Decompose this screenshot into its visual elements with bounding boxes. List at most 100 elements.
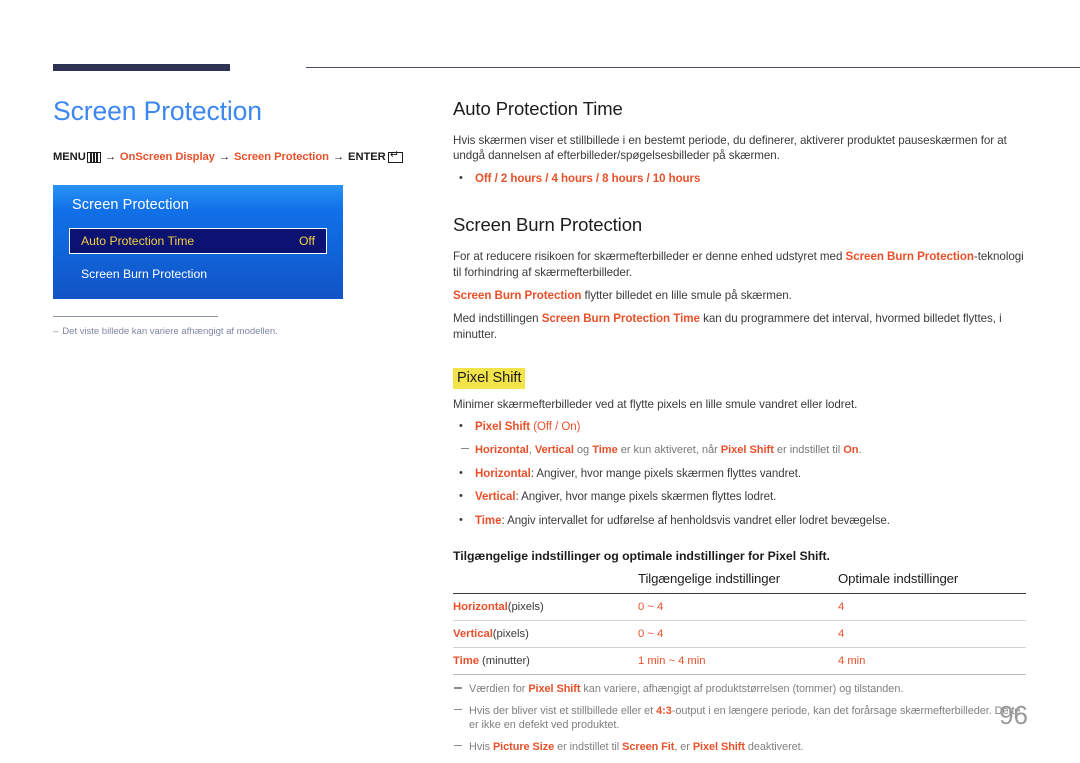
osd-row-screen-burn-protection[interactable]: Screen Burn Protection bbox=[69, 261, 327, 287]
f3-d: deaktiveret. bbox=[744, 740, 804, 753]
table-header-available: Tilgængelige indstillinger bbox=[638, 569, 838, 595]
pixel-shift-bullet-list: Pixel Shift (Off / On) bbox=[453, 419, 1026, 435]
table-caption: Tilgængelige indstillinger og optimale i… bbox=[453, 549, 830, 564]
table-row: Horizontal(pixels) 0 ~ 4 4 bbox=[453, 593, 1026, 622]
table-row: Time (minutter) 1 min ~ 4 min 4 min bbox=[453, 647, 1026, 676]
screen-burn-paragraph-3: Med indstillingen Screen Burn Protection… bbox=[453, 311, 1026, 342]
param-term-vertical: Vertical bbox=[475, 491, 516, 504]
section-heading-screen-burn-protection: Screen Burn Protection bbox=[453, 214, 643, 236]
osd-row-auto-protection-time[interactable]: Auto Protection Time Off bbox=[69, 228, 327, 255]
table-header-blank bbox=[453, 569, 638, 595]
table-row: Vertical(pixels) 0 ~ 4 4 bbox=[453, 620, 1026, 649]
row-available-vertical: 0 ~ 4 bbox=[638, 628, 664, 641]
osd-menu-mock: Screen Protection Auto Protection Time O… bbox=[53, 185, 343, 300]
page-number: 96 bbox=[999, 700, 1028, 730]
subnote-term-time: Time bbox=[592, 444, 618, 457]
f3-term-screen-fit: Screen Fit bbox=[622, 740, 675, 753]
sbp-p2-b: flytter billedet en lille smule på skærm… bbox=[581, 289, 792, 303]
list-item: Off / 2 hours / 4 hours / 8 hours / 10 h… bbox=[453, 171, 1026, 187]
table-header-optimal: Optimale indstillinger bbox=[838, 569, 1026, 595]
row-optimal-horizontal: 4 bbox=[838, 601, 845, 614]
f3-a: Hvis bbox=[469, 740, 493, 753]
list-item: Horizontal: Angiver, hvor mange pixels s… bbox=[453, 466, 1026, 482]
table-cell-optimal: 4 bbox=[838, 620, 1026, 649]
header-rule-thick bbox=[53, 64, 230, 71]
pixel-shift-intro: Minimer skærmefterbilleder ved at flytte… bbox=[453, 398, 858, 412]
table-cell-term: Time (minutter) bbox=[453, 647, 638, 676]
param-term-time: Time bbox=[475, 514, 502, 527]
page-title: Screen Protection bbox=[53, 96, 262, 126]
subnote-mid-1: er kun aktiveret, når bbox=[617, 444, 721, 457]
osd-row-value: Off bbox=[298, 234, 315, 249]
subnote-term-horizontal: Horizontal bbox=[475, 444, 529, 457]
subnote-term-on: On bbox=[843, 444, 859, 457]
osd-menu-title: Screen Protection bbox=[72, 197, 189, 214]
row-term-time: Time bbox=[453, 655, 479, 668]
f1-b: kan variere, afhængigt af produktstørrel… bbox=[580, 683, 904, 696]
row-unit-time: (minutter) bbox=[478, 655, 530, 668]
f1-term-pixel-shift: Pixel Shift bbox=[528, 683, 581, 696]
table-cell-available: 0 ~ 4 bbox=[638, 593, 838, 622]
row-unit-vertical: (pixels) bbox=[492, 628, 529, 641]
row-unit-horizontal: (pixels) bbox=[507, 601, 544, 614]
param-desc-time: : Angiv intervallet for udførelse af hen… bbox=[501, 514, 890, 527]
subnote-term-pixel-shift: Pixel Shift bbox=[720, 444, 774, 457]
pixel-shift-highlight: Pixel Shift bbox=[453, 368, 526, 390]
list-item: Time: Angiv intervallet for udførelse af… bbox=[453, 513, 1026, 529]
table-cell-available: 0 ~ 4 bbox=[638, 620, 838, 649]
enter-return-icon bbox=[387, 150, 403, 163]
section-heading-auto-protection-time: Auto Protection Time bbox=[453, 98, 623, 119]
breadcrumb-arrow-3: → bbox=[332, 151, 345, 164]
breadcrumb-arrow-1: → bbox=[104, 151, 116, 164]
table-cell-term: Horizontal(pixels) bbox=[453, 593, 638, 622]
f3-b: er indstillet til bbox=[554, 740, 623, 753]
subnote-end: . bbox=[858, 444, 862, 457]
footnote-1: Værdien for Pixel Shift kan variere, afh… bbox=[453, 682, 1026, 696]
row-optimal-vertical: 4 bbox=[838, 628, 845, 641]
subnote-mid-2: er indstillet til bbox=[773, 444, 844, 457]
screen-burn-paragraph-1: For at reducere risikoen for skærmefterb… bbox=[453, 249, 1026, 280]
auto-protection-time-options-list: Off / 2 hours / 4 hours / 8 hours / 10 h… bbox=[453, 171, 1026, 187]
list-item: Vertical: Angiver, hvor mange pixels skæ… bbox=[453, 489, 1026, 505]
table-cell-term: Vertical(pixels) bbox=[453, 620, 638, 649]
list-item: Pixel Shift (Off / On) bbox=[453, 419, 1026, 435]
breadcrumb-item-screen-protection[interactable]: Screen Protection bbox=[234, 151, 329, 163]
breadcrumb-item-onscreen-display[interactable]: OnScreen Display bbox=[120, 151, 215, 163]
footnote-2: Hvis der bliver vist et stillbillede ell… bbox=[453, 704, 1026, 733]
sbp-p1-a: For at reducere risikoen for skærmefterb… bbox=[453, 250, 846, 264]
param-desc-vertical: : Angiver, hvor mange pixels skærmen fly… bbox=[515, 491, 777, 504]
row-term-vertical: Vertical bbox=[453, 628, 493, 641]
note-divider bbox=[53, 316, 218, 318]
pixel-shift-bullet-term: Pixel Shift bbox=[475, 420, 531, 433]
param-desc-horizontal: : Angiver, hvor mange pixels skærmen fly… bbox=[530, 468, 802, 481]
f2-a: Hvis der bliver vist et stillbillede ell… bbox=[469, 704, 657, 717]
sbp-p2-term: Screen Burn Protection bbox=[453, 289, 582, 303]
manual-page: Screen Protection MENU → OnScreen Displa… bbox=[0, 0, 1080, 763]
breadcrumb-enter-label: ENTER bbox=[348, 151, 386, 164]
subnote-sep-2: og bbox=[573, 444, 593, 457]
header-rules bbox=[53, 64, 1080, 74]
table-header-row: Tilgængelige indstillinger Optimale inds… bbox=[453, 569, 1026, 595]
f3-term-picture-size: Picture Size bbox=[492, 740, 555, 753]
row-optimal-time: 4 min bbox=[838, 655, 866, 668]
row-available-time: 1 min ~ 4 min bbox=[638, 655, 706, 668]
auto-protection-time-paragraph: Hvis skærmen viser et stillbillede i en … bbox=[453, 134, 1007, 163]
note-dash: – bbox=[53, 326, 59, 338]
table-cell-optimal: 4 bbox=[838, 593, 1026, 622]
f2-term-ratio: 4:3 bbox=[656, 704, 672, 717]
sbp-p3-a: Med indstillingen bbox=[453, 312, 542, 326]
osd-row-label: Auto Protection Time bbox=[81, 234, 195, 249]
subsection-heading-pixel-shift: Pixel Shift bbox=[453, 368, 526, 390]
breadcrumb-arrow-2: → bbox=[218, 151, 230, 164]
f1-a: Værdien for bbox=[469, 683, 529, 696]
table-cell-available: 1 min ~ 4 min bbox=[638, 647, 838, 676]
subnote-term-vertical: Vertical bbox=[534, 444, 574, 457]
osd-row-label: Screen Burn Protection bbox=[81, 267, 208, 282]
right-column: Auto Protection Time Hvis skærmen viser … bbox=[453, 98, 1026, 754]
left-note: – Det viste billede kan variere afhængigt… bbox=[53, 326, 423, 337]
f3-c: , er bbox=[674, 740, 693, 753]
sbp-p1-term: Screen Burn Protection bbox=[845, 250, 974, 264]
footnote-3: Hvis Picture Size er indstillet til Scre… bbox=[453, 740, 1026, 754]
breadcrumb: MENU → OnScreen Display → Screen Protect… bbox=[53, 150, 423, 164]
auto-protection-time-options: Off / 2 hours / 4 hours / 8 hours / 10 h… bbox=[475, 172, 701, 185]
